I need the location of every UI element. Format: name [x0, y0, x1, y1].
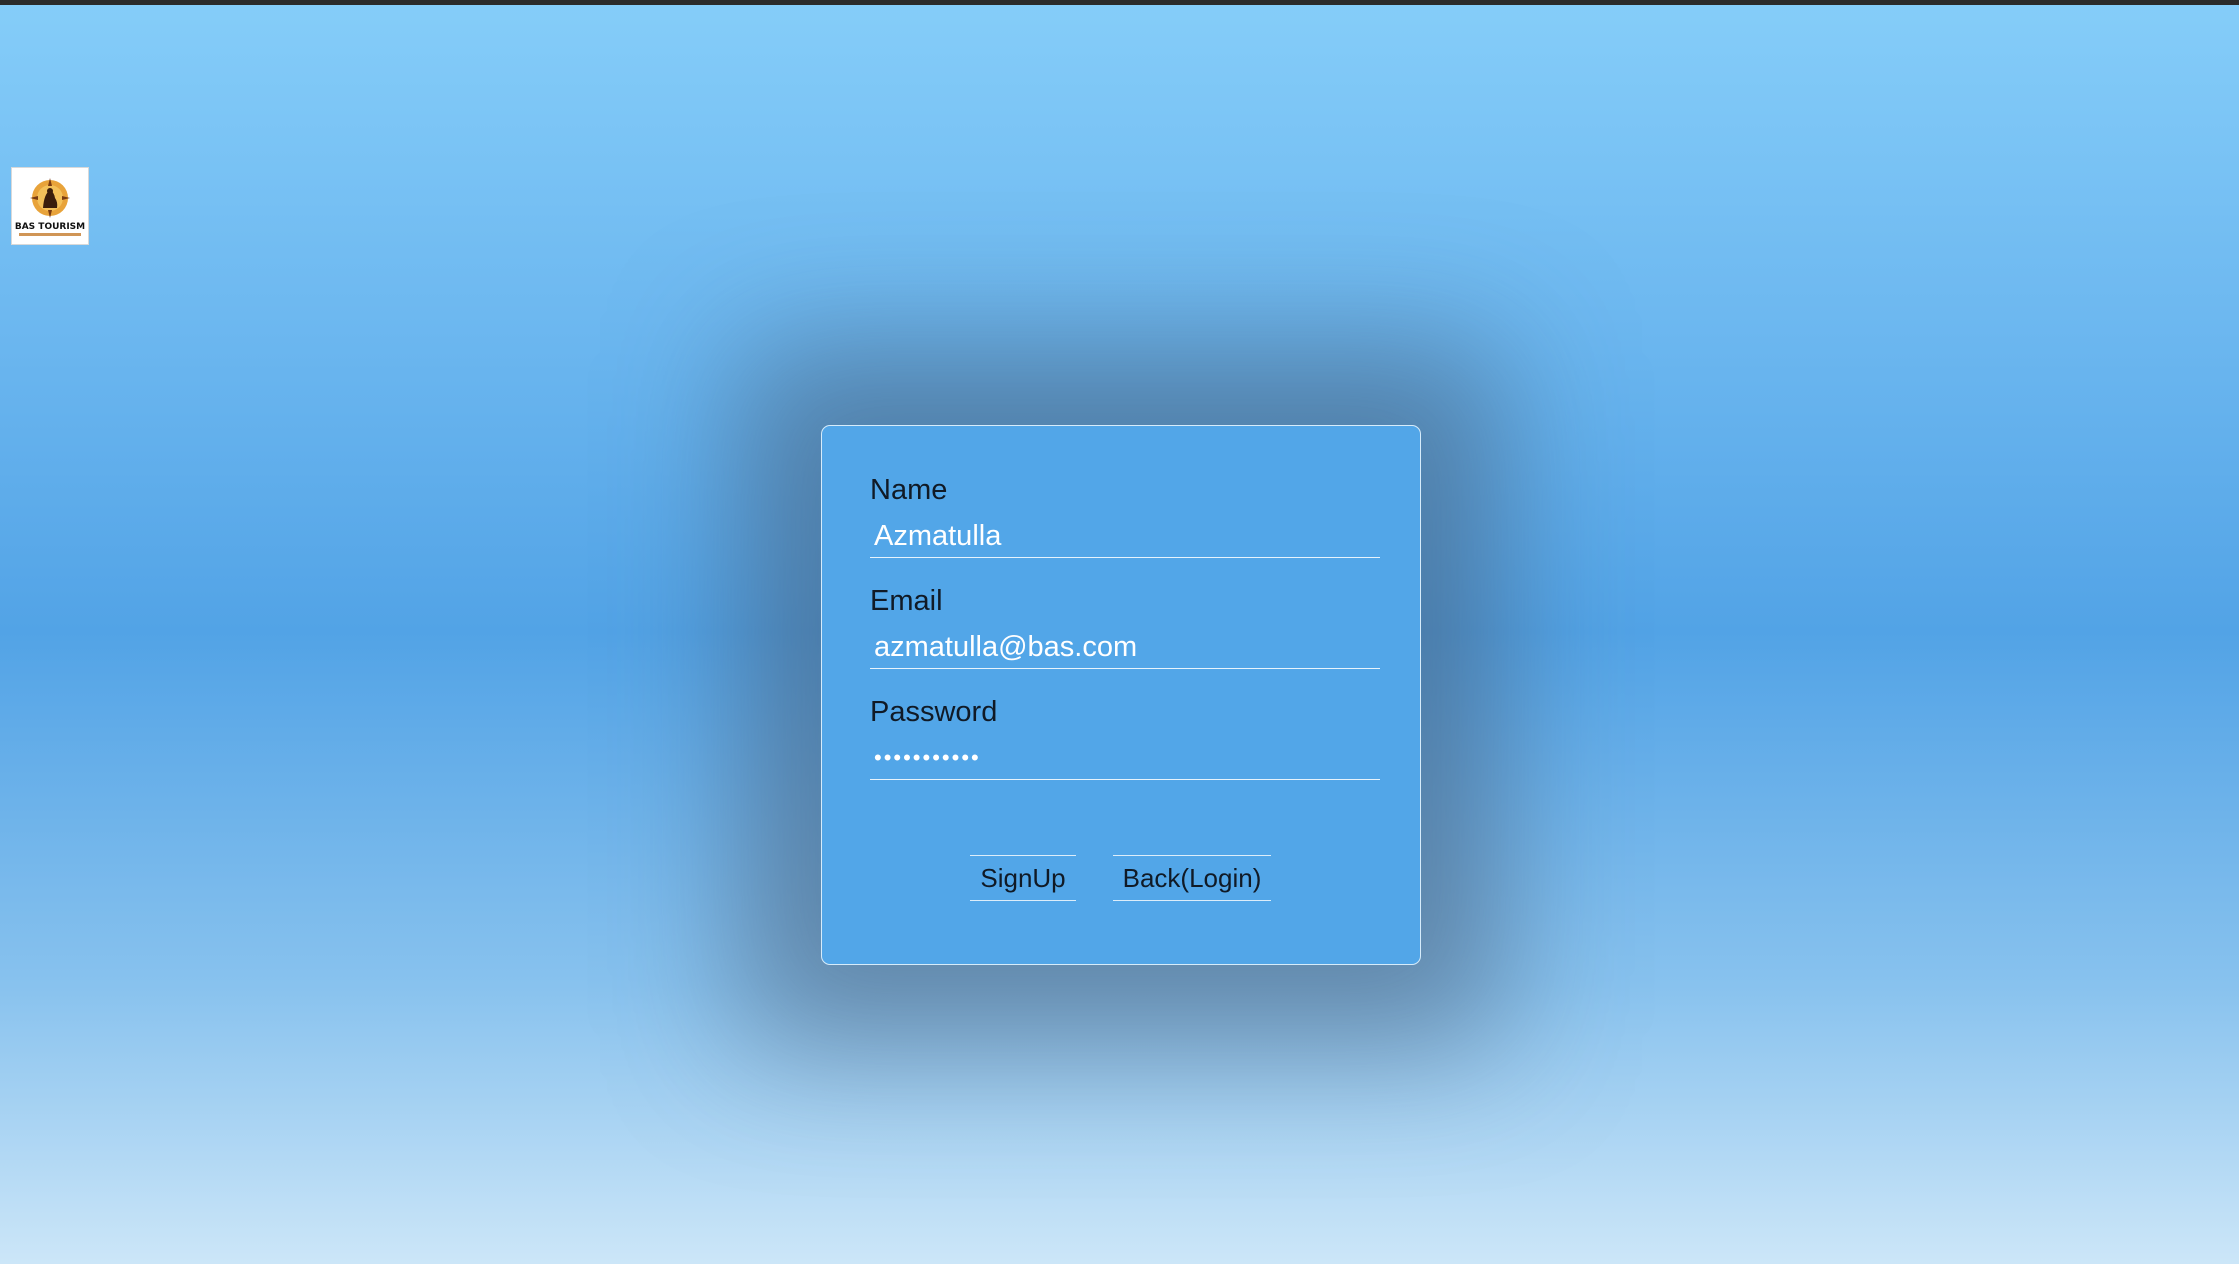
signup-card: Name Azmatulla Email azmatulla@bas.com P… [821, 425, 1421, 965]
logo-tagline [19, 233, 81, 236]
email-label: Email [870, 585, 943, 617]
compass-emblem-icon [30, 178, 70, 218]
back-login-button[interactable]: Back(Login) [1113, 855, 1271, 901]
password-label: Password [870, 696, 998, 728]
name-input[interactable]: Azmatulla [870, 516, 1380, 558]
name-label: Name [870, 474, 948, 506]
logo-wordmark: BAS TOURISM [14, 222, 86, 232]
window-top-bar [0, 0, 2239, 5]
password-input[interactable]: ••••••••••• [870, 738, 1380, 780]
bas-tourism-logo: BAS TOURISM [11, 167, 89, 245]
email-input[interactable]: azmatulla@bas.com [870, 627, 1380, 669]
signup-button[interactable]: SignUp [970, 855, 1076, 901]
